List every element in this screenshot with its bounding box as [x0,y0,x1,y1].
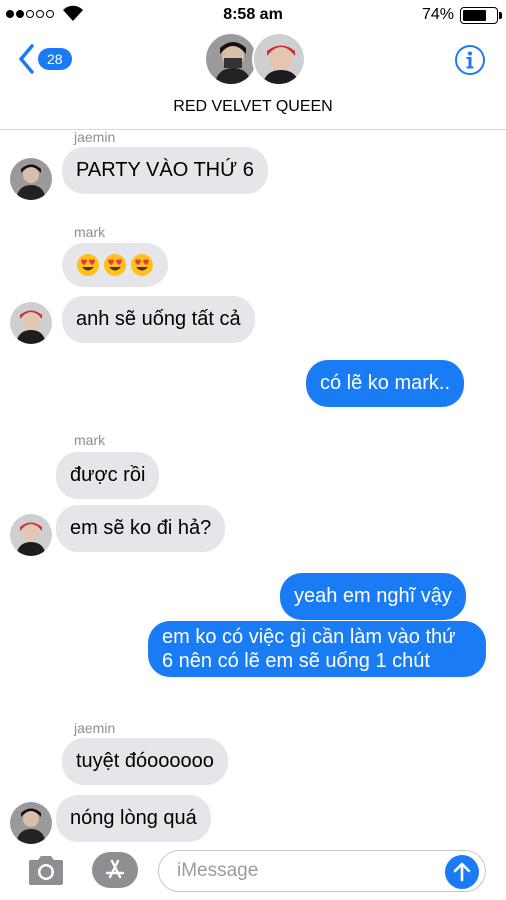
avatar[interactable] [10,802,52,844]
unread-count-badge: 28 [38,48,72,70]
battery-icon [460,7,498,24]
avatar[interactable] [10,158,52,200]
avatar [252,32,306,86]
avatar[interactable] [10,302,52,344]
status-bar: 8:58 am 74% [0,0,506,30]
info-icon[interactable] [454,44,486,76]
avatar [204,32,258,86]
battery-level-fill [463,10,486,21]
app-store-icon [105,859,125,879]
back-chevron-icon [19,44,34,74]
imessage-field[interactable] [158,850,486,892]
send-button[interactable] [445,855,479,889]
heart-eyes-emoji-icon [77,254,99,276]
message-bubble[interactable]: anh sẽ uống tất cả [62,296,255,343]
camera-icon[interactable] [26,854,66,886]
message-bubble[interactable]: tuyệt đóoooooo [62,738,228,785]
avatar[interactable] [10,514,52,556]
message-bubble[interactable]: PARTY VÀO THỨ 6 [62,147,268,194]
message-bubble[interactable]: em sẽ ko đi hả? [56,505,226,552]
battery-tip [499,12,502,19]
sender-name: jaemin [74,129,116,145]
message-bubble[interactable]: nóng lòng quá [56,795,211,842]
back-button[interactable]: 28 [18,44,72,74]
sender-name: jaemin [74,720,116,736]
sender-name: mark [74,224,106,240]
message-bubble[interactable] [62,243,168,287]
message-bubble[interactable]: em ko có việc gì cần làm vào thứ 6 nên c… [148,621,486,677]
message-bubble[interactable]: có lẽ ko mark.. [306,360,465,407]
message-bubble[interactable]: yeah em nghĩ vậy [280,573,466,620]
battery-percent: 74% [421,6,454,23]
send-arrow-icon [453,862,471,882]
app-store-button[interactable] [92,852,138,888]
conversation-header: 28 RED VELVET QUEEN [0,30,506,130]
heart-eyes-emoji-icon [104,254,126,276]
group-avatars[interactable] [204,32,306,90]
heart-eyes-emoji-icon [131,254,153,276]
group-name[interactable]: RED VELVET QUEEN [0,98,506,116]
message-bubble[interactable]: được rồi [56,452,160,499]
message-input-bar [0,846,506,900]
sender-name: mark [74,432,106,448]
message-input[interactable] [177,860,437,882]
